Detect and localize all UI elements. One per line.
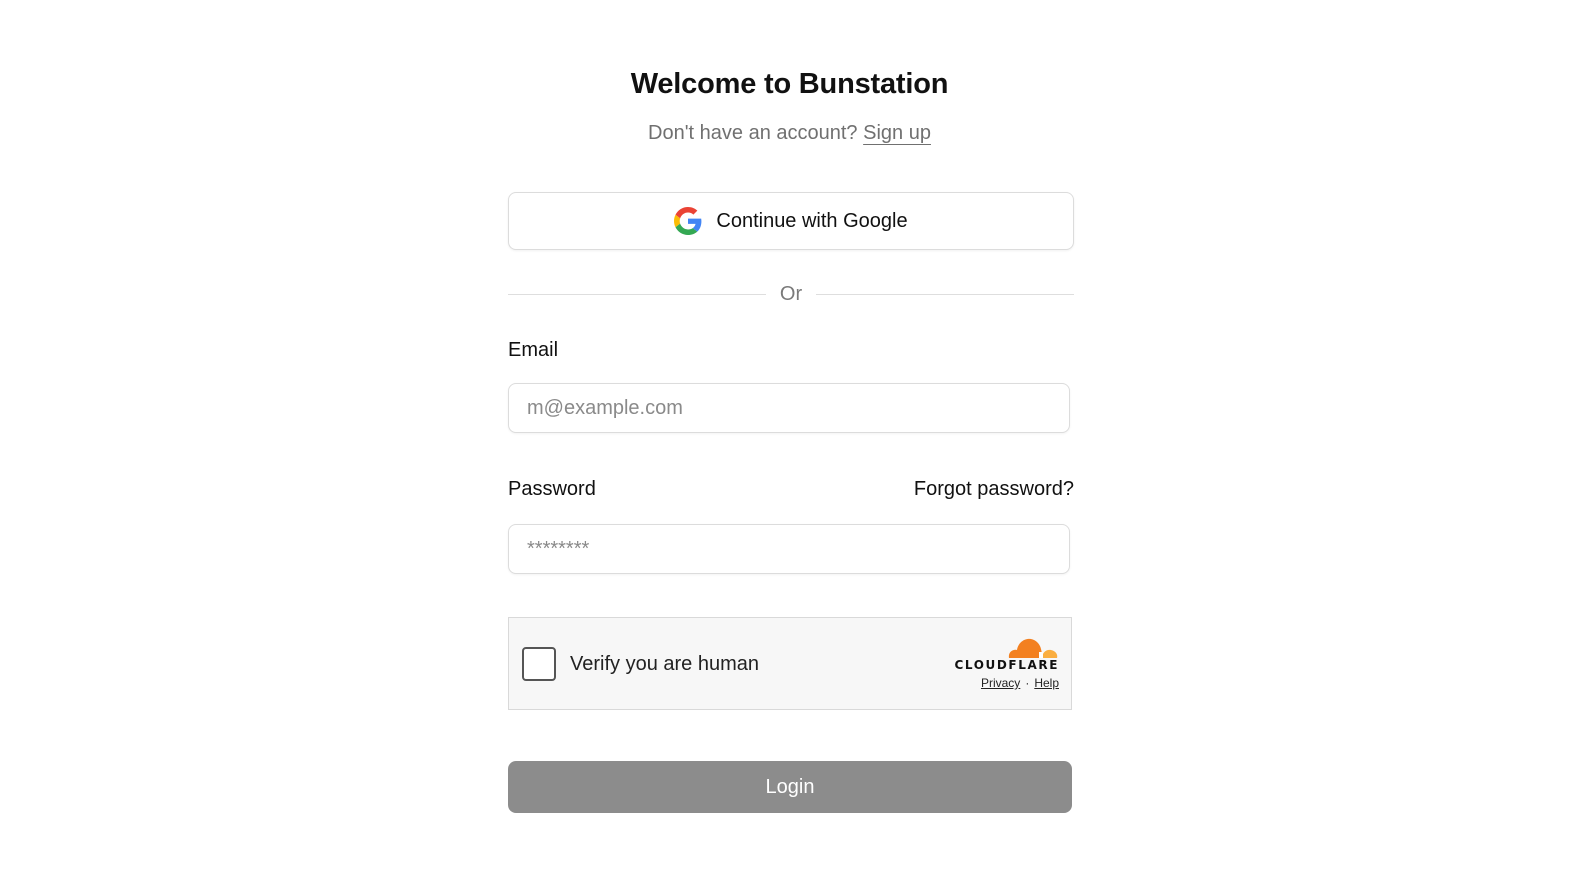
email-label: Email: [508, 339, 559, 361]
divider-text: Or: [779, 282, 803, 305]
captcha-privacy-link[interactable]: Privacy: [981, 676, 1020, 690]
verify-human-label: Verify you are human: [570, 653, 759, 675]
cloudflare-cloud-icon: [1008, 638, 1058, 658]
captcha-links: Privacy · Help: [947, 676, 1059, 690]
continue-with-google-button[interactable]: Continue with Google: [508, 192, 1074, 250]
verify-human-checkbox[interactable]: [522, 647, 556, 681]
captcha-help-link[interactable]: Help: [1034, 676, 1059, 690]
email-input[interactable]: [508, 383, 1070, 433]
divider-line-right: [816, 293, 1074, 295]
signup-prompt: Don't have an account? Sign up: [0, 122, 1579, 145]
page-title: Welcome to Bunstation: [630, 68, 949, 100]
divider-line-left: [508, 293, 766, 295]
forgot-password-link[interactable]: Forgot password?: [914, 478, 1074, 501]
signup-prompt-text: Don't have an account?: [648, 122, 858, 144]
captcha-link-separator: ·: [1025, 676, 1030, 690]
google-button-label: Continue with Google: [716, 209, 908, 232]
login-page: Welcome to Bunstation Don't have an acco…: [0, 0, 1579, 886]
login-button[interactable]: Login: [508, 761, 1072, 813]
cloudflare-captcha-widget: Verify you are human CLOUDFLARE Privacy ·…: [508, 617, 1072, 710]
cloudflare-wordmark: CLOUDFLARE: [954, 658, 1059, 672]
signup-link[interactable]: Sign up: [863, 122, 931, 144]
cloudflare-logo: CLOUDFLARE Privacy · Help: [947, 634, 1059, 690]
password-input[interactable]: [508, 524, 1070, 574]
or-divider: Or: [508, 280, 1074, 308]
google-icon: [674, 207, 702, 235]
password-label: Password: [508, 478, 596, 500]
